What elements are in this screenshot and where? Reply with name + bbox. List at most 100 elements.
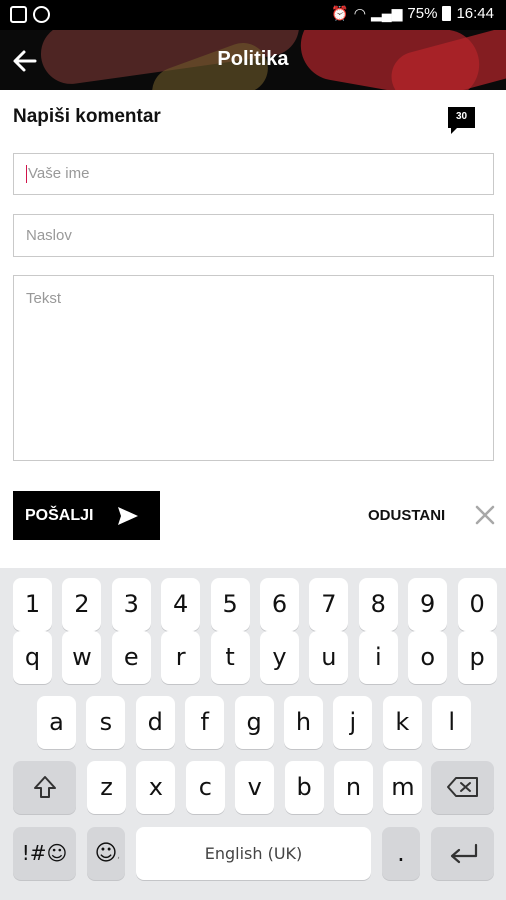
key-j[interactable]: j: [333, 696, 373, 749]
send-icon: [118, 506, 139, 525]
key-0[interactable]: 0: [457, 578, 497, 631]
key-label: a: [49, 708, 64, 736]
key-label: y: [272, 643, 287, 671]
key-e[interactable]: e: [111, 631, 151, 684]
emoji-icon: ☺: [94, 841, 118, 866]
key-3[interactable]: 3: [111, 578, 151, 631]
period-key-label: .: [397, 839, 405, 867]
key-label: s: [99, 708, 113, 736]
key-label: 9: [420, 590, 436, 618]
text-cursor: [26, 165, 27, 184]
key-f[interactable]: f: [185, 696, 225, 749]
key-label: v: [247, 773, 262, 801]
cancel-button[interactable]: ODUSTANI: [368, 507, 445, 524]
key-label: l: [448, 708, 456, 736]
image-notification-icon: [10, 6, 27, 23]
comment-text-area[interactable]: Tekst: [13, 275, 494, 461]
key-4[interactable]: 4: [161, 578, 201, 631]
key-m[interactable]: m: [383, 761, 423, 814]
key-p[interactable]: p: [457, 631, 497, 684]
key-i[interactable]: i: [358, 631, 398, 684]
key-9[interactable]: 9: [408, 578, 448, 631]
key-label: n: [345, 773, 362, 801]
form-title: Napiši komentar: [13, 106, 161, 127]
key-label: f: [200, 708, 209, 736]
alarm-icon: ⏰: [331, 5, 349, 21]
send-label: POŠALJI: [25, 506, 94, 524]
emoji-key-hint: ,: [117, 851, 120, 861]
key-b[interactable]: b: [284, 761, 324, 814]
key-q[interactable]: q: [13, 631, 52, 684]
key-label: q: [24, 643, 41, 671]
status-time: 16:44: [456, 5, 494, 22]
key-h[interactable]: h: [284, 696, 323, 749]
backspace-icon: [446, 777, 478, 797]
key-6[interactable]: 6: [260, 578, 299, 631]
app-header: Politika: [0, 30, 506, 90]
key-label: u: [321, 643, 337, 671]
key-label: g: [246, 708, 262, 736]
name-placeholder: Vaše ime: [28, 165, 90, 182]
key-2[interactable]: 2: [62, 578, 102, 631]
key-y[interactable]: y: [260, 631, 299, 684]
key-label: 6: [271, 590, 288, 618]
key-label: h: [295, 708, 312, 736]
key-s[interactable]: s: [86, 696, 126, 749]
subject-placeholder: Naslov: [26, 227, 72, 244]
key-label: t: [225, 643, 235, 671]
symbols-key[interactable]: !#☺: [13, 827, 76, 880]
key-label: z: [100, 773, 113, 801]
key-n[interactable]: n: [334, 761, 373, 814]
key-7[interactable]: 7: [309, 578, 349, 631]
page-title: Politika: [217, 48, 289, 70]
key-g[interactable]: g: [234, 696, 274, 749]
key-label: c: [198, 773, 212, 801]
key-label: 3: [123, 590, 139, 618]
key-w[interactable]: w: [62, 631, 102, 684]
key-label: w: [72, 643, 92, 671]
key-label: 0: [469, 590, 485, 618]
key-t[interactable]: t: [210, 631, 250, 684]
backspace-key[interactable]: [431, 761, 494, 814]
key-label: d: [147, 708, 163, 736]
key-z[interactable]: z: [87, 761, 126, 814]
key-label: 2: [74, 590, 90, 618]
key-r[interactable]: r: [161, 631, 201, 684]
close-icon[interactable]: [474, 504, 496, 526]
space-key[interactable]: English (UK): [136, 827, 371, 880]
name-input[interactable]: Vaše ime: [13, 153, 494, 195]
key-1[interactable]: 1: [13, 578, 52, 631]
key-label: k: [395, 708, 410, 736]
space-key-label: English (UK): [204, 844, 303, 863]
key-label: x: [148, 773, 163, 801]
shift-key[interactable]: [13, 761, 76, 814]
enter-icon: [450, 843, 477, 864]
send-button[interactable]: POŠALJI: [13, 491, 160, 540]
key-k[interactable]: k: [382, 696, 422, 749]
key-o[interactable]: o: [408, 631, 448, 684]
key-u[interactable]: u: [309, 631, 349, 684]
clock-notification-icon: [33, 6, 50, 23]
period-key[interactable]: .: [382, 827, 420, 880]
key-label: e: [123, 643, 139, 671]
key-l[interactable]: l: [432, 696, 472, 749]
key-x[interactable]: x: [136, 761, 176, 814]
key-5[interactable]: 5: [210, 578, 250, 631]
text-placeholder: Tekst: [26, 290, 62, 307]
key-label: p: [469, 643, 485, 671]
battery-icon: [442, 6, 452, 21]
emoji-key[interactable]: ☺,: [87, 827, 125, 880]
key-a[interactable]: a: [37, 696, 76, 749]
key-8[interactable]: 8: [358, 578, 398, 631]
key-d[interactable]: d: [135, 696, 175, 749]
key-c[interactable]: c: [185, 761, 225, 814]
status-bar: ⏰ ◠ ▂▄▆ 75% 16:44: [0, 0, 506, 30]
signal-icon: ▂▄▆: [370, 5, 403, 21]
key-label: 7: [321, 590, 337, 618]
comment-count-badge[interactable]: 30: [448, 107, 475, 134]
key-v[interactable]: v: [235, 761, 275, 814]
key-label: o: [420, 643, 436, 671]
enter-key[interactable]: [431, 827, 494, 880]
key-label: 5: [222, 590, 238, 618]
subject-input[interactable]: Naslov: [13, 214, 494, 257]
